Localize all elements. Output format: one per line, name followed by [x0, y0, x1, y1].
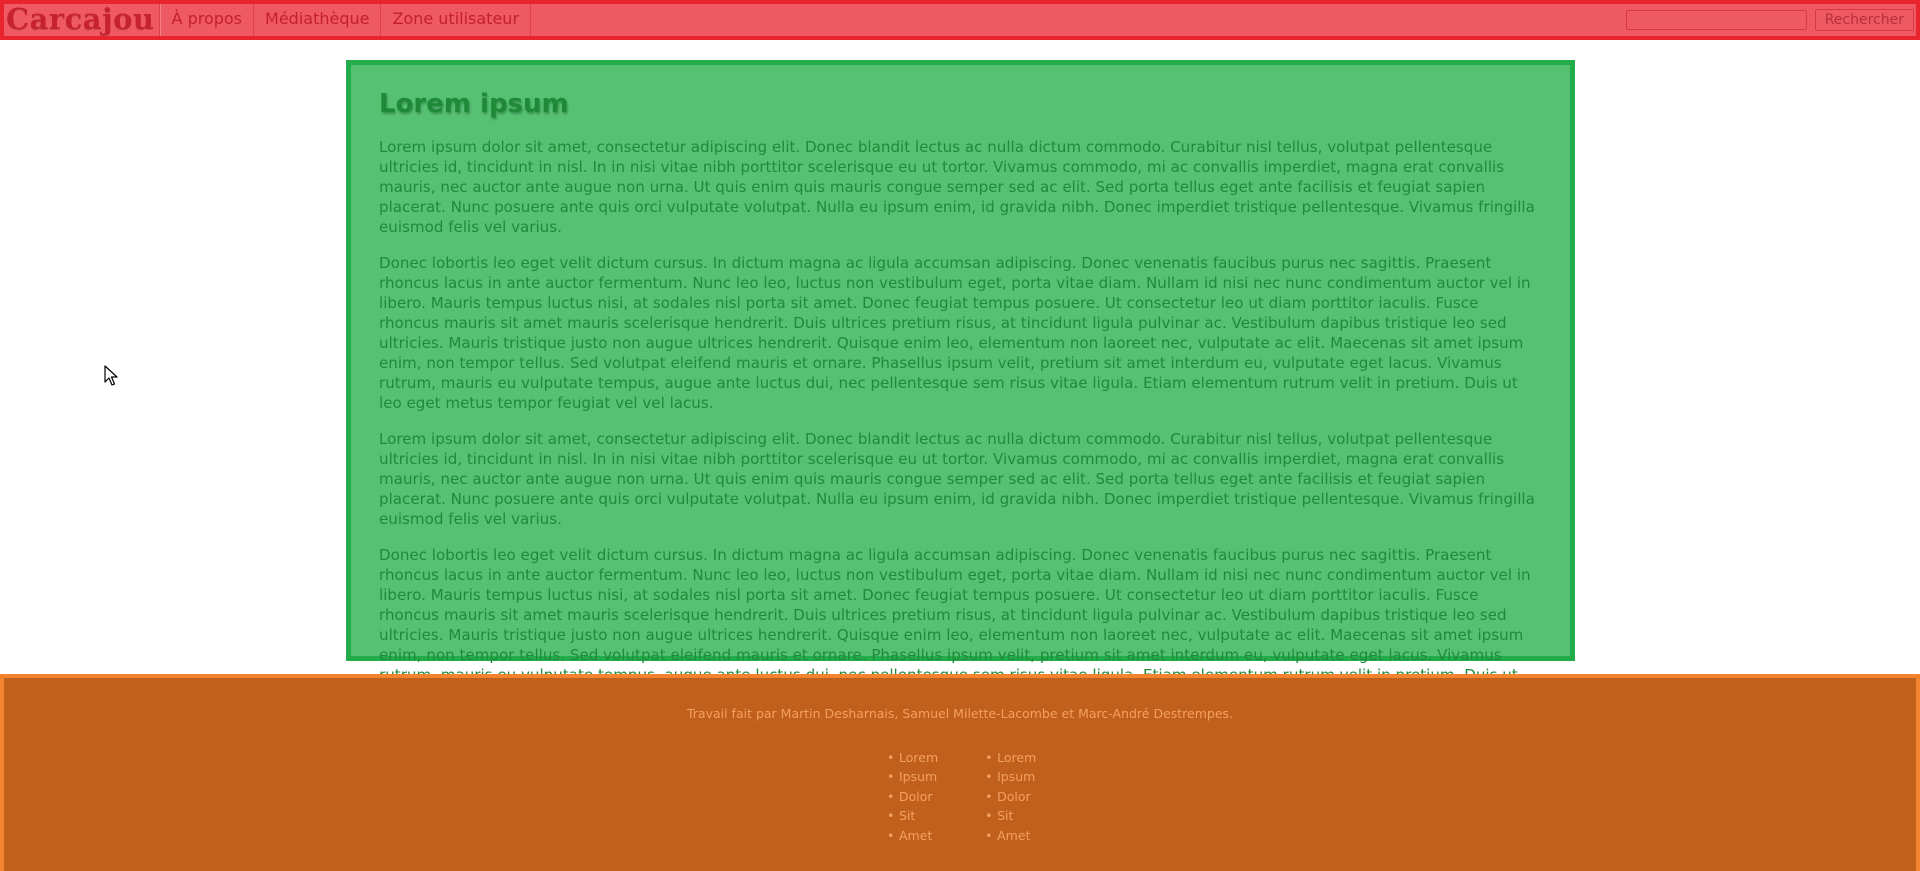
site-logo[interactable]: Carcajou [4, 4, 160, 36]
top-navbar: Carcajou À propos Médiathèque Zone utili… [0, 0, 1920, 40]
nav-item-a-propos[interactable]: À propos [159, 4, 255, 36]
footer-link[interactable]: Amet [985, 826, 1036, 846]
footer-link[interactable]: Sit [985, 806, 1036, 826]
footer-link[interactable]: Dolor [985, 787, 1036, 807]
footer-link[interactable]: Sit [887, 806, 938, 826]
main-content-panel: Lorem ipsum Lorem ipsum dolor sit amet, … [346, 60, 1575, 704]
footer-list-1: Lorem Ipsum Dolor Sit Amet [887, 748, 938, 845]
footer-list-2: Lorem Ipsum Dolor Sit Amet [985, 748, 1036, 845]
paragraph-1: Lorem ipsum dolor sit amet, consectetur … [379, 138, 1535, 236]
footer-link[interactable]: Ipsum [985, 767, 1036, 787]
nav-item-zone-utilisateur[interactable]: Zone utilisateur [381, 4, 532, 36]
footer-credit: Travail fait par Martin Desharnais, Samu… [686, 706, 1234, 721]
nav-item-mediatheque[interactable]: Médiathèque [254, 4, 382, 36]
search-area: Rechercher [1625, 4, 1916, 36]
footer-link[interactable]: Ipsum [887, 767, 938, 787]
mouse-pointer-icon [104, 365, 118, 386]
paragraph-3: Lorem ipsum dolor sit amet, consectetur … [379, 430, 1535, 528]
page-title: Lorem ipsum [379, 89, 569, 119]
footer-link[interactable]: Amet [887, 826, 938, 846]
site-footer: Travail fait par Martin Desharnais, Samu… [0, 674, 1920, 871]
footer-link[interactable]: Lorem [985, 748, 1036, 768]
footer-link[interactable]: Lorem [887, 748, 938, 768]
footer-link-lists: Lorem Ipsum Dolor Sit Amet Lorem Ipsum D… [887, 748, 1036, 845]
search-button[interactable]: Rechercher [1814, 9, 1914, 31]
search-input[interactable] [1625, 10, 1807, 30]
footer-link[interactable]: Dolor [887, 787, 938, 807]
paragraph-2: Donec lobortis leo eget velit dictum cur… [379, 254, 1531, 412]
